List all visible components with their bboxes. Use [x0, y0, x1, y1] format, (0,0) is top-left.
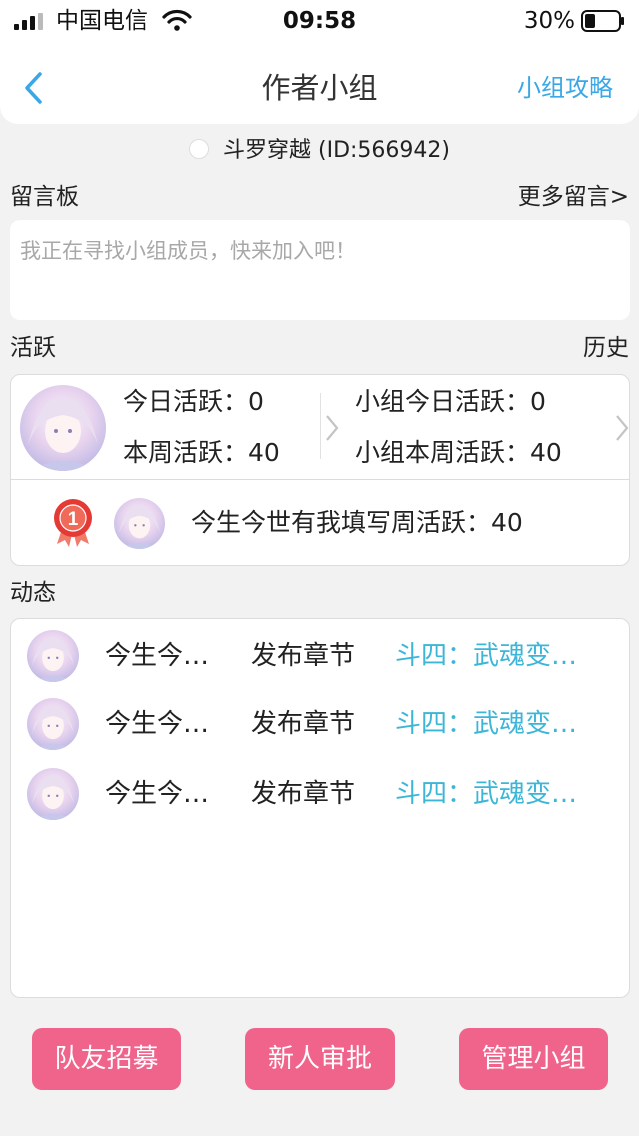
avatar — [27, 768, 79, 820]
status-bar: 中国电信 09:58 30% — [0, 0, 639, 42]
manage-group-button[interactable]: 管理小组 — [459, 1028, 608, 1090]
group-week-activity: 小组本周活跃：40 — [355, 436, 562, 470]
group-week-value: 40 — [530, 438, 562, 467]
week-activity-value: 40 — [248, 438, 280, 467]
feed-target-link[interactable]: 斗四：武魂变… — [395, 706, 577, 742]
feed-user: 今生今… — [105, 641, 210, 671]
feed-action: 发布章节 — [251, 641, 356, 671]
activity-card: 今日活跃：0 本周活跃：40 小组今日活跃：0 小组本周活跃：40 1 今生今世… — [10, 374, 630, 566]
medal-rank: 1 — [68, 509, 79, 530]
group-today-label: 小组今日活跃： — [355, 387, 531, 416]
feed-item[interactable]: 今生今… 发布章节 斗四：武魂变… — [11, 763, 631, 823]
nav-bar: 作者小组 小组攻略 — [0, 42, 639, 124]
group-today-value: 0 — [530, 387, 546, 416]
top-member-value: 40 — [491, 508, 523, 537]
group-guide-link[interactable]: 小组攻略 — [517, 70, 613, 106]
top-member-row[interactable]: 1 今生今世有我填写周活跃：40 — [11, 480, 629, 565]
battery-icon — [581, 10, 624, 32]
medal-icon: 1 — [54, 499, 92, 547]
avatar — [114, 498, 165, 549]
feed-action: 发布章节 — [251, 709, 356, 739]
chevron-right-icon[interactable] — [615, 414, 629, 442]
message-board-placeholder: 我正在寻找小组成员，快来加入吧！ — [20, 239, 356, 263]
group-name: 斗罗穿越 (ID:566942) — [223, 138, 450, 163]
feed-user: 今生今… — [105, 779, 210, 809]
today-activity-label: 今日活跃： — [123, 387, 249, 416]
group-today-activity: 小组今日活跃：0 — [355, 385, 546, 419]
feed-target-link[interactable]: 斗四：武魂变… — [395, 638, 577, 674]
feed-label: 动态 — [10, 580, 56, 606]
feed-user: 今生今… — [105, 709, 210, 739]
feed-item[interactable]: 今生今… 发布章节 斗四：武魂变… — [11, 625, 631, 685]
battery-percent: 30% — [523, 8, 575, 34]
message-board-box[interactable]: 我正在寻找小组成员，快来加入吧！ — [10, 220, 630, 320]
message-board-label: 留言板 — [10, 184, 79, 210]
history-link[interactable]: 历史 — [583, 332, 629, 364]
recruit-button[interactable]: 队友招募 — [32, 1028, 181, 1090]
feed-target-link[interactable]: 斗四：武魂变… — [395, 776, 577, 812]
feed-item[interactable]: 今生今… 发布章节 斗四：武魂变… — [11, 693, 631, 753]
chevron-right-icon[interactable] — [325, 414, 339, 442]
feed-action: 发布章节 — [251, 779, 356, 809]
today-activity: 今日活跃：0 — [123, 385, 264, 419]
week-activity: 本周活跃：40 — [123, 436, 280, 470]
approve-button[interactable]: 新人审批 — [245, 1028, 395, 1090]
today-activity-value: 0 — [248, 387, 264, 416]
group-week-label: 小组本周活跃： — [355, 438, 531, 467]
top-member-text: 今生今世有我填写周活跃：40 — [191, 506, 523, 540]
group-avatar — [189, 139, 209, 159]
feed-card: 今生今… 发布章节 斗四：武魂变… 今生今… 发布章节 斗四：武魂变… 今生今…… — [10, 618, 630, 998]
week-activity-label: 本周活跃： — [123, 438, 249, 467]
avatar — [20, 385, 106, 471]
avatar — [27, 630, 79, 682]
activity-label: 活跃 — [10, 335, 56, 361]
more-messages-link[interactable]: 更多留言> — [518, 181, 629, 213]
group-name-line: 斗罗穿越 (ID:566942) — [0, 134, 639, 168]
divider — [320, 393, 321, 459]
top-member-label: 今生今世有我填写周活跃： — [191, 508, 492, 537]
avatar — [27, 698, 79, 750]
